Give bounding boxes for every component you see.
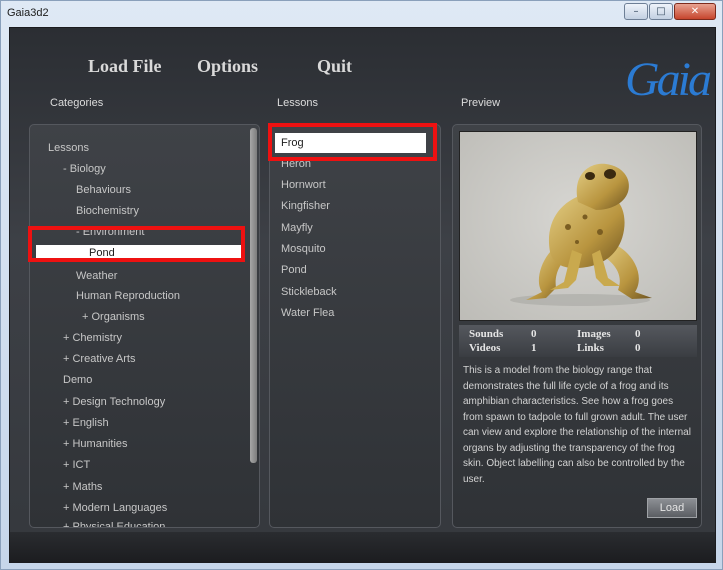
load-file-menu[interactable]: Load File (88, 56, 162, 77)
tree-item-demo[interactable]: Demo (63, 372, 92, 388)
lesson-item-stickleback[interactable]: Stickleback (281, 284, 337, 300)
tree-item-human-reproduction[interactable]: Human Reproduction (76, 288, 180, 304)
categories-panel: Lessons - Biology Behaviours Biochemistr… (29, 124, 260, 528)
preview-panel: Sounds 0 Images 0 Videos 1 Links 0 This … (452, 124, 702, 528)
tree-item-organisms[interactable]: + Organisms (82, 309, 145, 325)
tree-item-modern-languages[interactable]: + Modern Languages (63, 500, 167, 516)
videos-count: 1 (531, 342, 537, 354)
categories-heading: Categories (50, 97, 104, 109)
lesson-item-water-flea[interactable]: Water Flea (281, 305, 334, 321)
tree-item-biology[interactable]: - Biology (63, 161, 106, 177)
app-window: Gaia3d2 – □ ✕ Load File Options Quit Gai… (0, 0, 723, 570)
videos-label: Videos (469, 342, 501, 354)
footer-bar (10, 532, 715, 562)
tree-item-weather[interactable]: Weather (76, 268, 117, 284)
links-label: Links (577, 342, 604, 354)
window-title: Gaia3d2 (7, 7, 49, 19)
tree-item-design-technology[interactable]: + Design Technology (63, 394, 165, 410)
tree-item-creative-arts[interactable]: + Creative Arts (63, 351, 135, 367)
lessons-panel: Frog Heron Hornwort Kingfisher Mayfly Mo… (269, 124, 441, 528)
tree-item-ict[interactable]: + ICT (63, 457, 90, 473)
maximize-button[interactable]: □ (649, 3, 673, 20)
tree-item-maths[interactable]: + Maths (63, 479, 102, 495)
frog-model-preview[interactable] (459, 131, 697, 321)
close-button[interactable]: ✕ (674, 3, 716, 20)
main-menu: Load File Options Quit (10, 56, 610, 86)
app-client-area: Load File Options Quit Gaia Categories L… (9, 27, 716, 563)
lesson-item-pond[interactable]: Pond (281, 262, 307, 278)
sounds-label: Sounds (469, 328, 504, 340)
categories-scroll-thumb[interactable] (250, 128, 257, 463)
lesson-item-mayfly[interactable]: Mayfly (281, 220, 313, 236)
images-label: Images (577, 328, 611, 340)
gaia-logo: Gaia (625, 53, 712, 106)
categories-scrollbar[interactable] (250, 128, 257, 463)
window-controls: – □ ✕ (623, 3, 716, 20)
tree-item-chemistry[interactable]: + Chemistry (63, 330, 122, 346)
tree-item-lessons[interactable]: Lessons (48, 140, 89, 156)
lessons-heading: Lessons (277, 97, 318, 109)
options-menu[interactable]: Options (197, 56, 258, 77)
lesson-item-kingfisher[interactable]: Kingfisher (281, 198, 330, 214)
images-count: 0 (635, 328, 641, 340)
lesson-item-mosquito[interactable]: Mosquito (281, 241, 326, 257)
frog-illustration (510, 163, 652, 306)
load-button[interactable]: Load (647, 498, 697, 518)
tree-item-physical-education[interactable]: + Physical Education (63, 519, 165, 527)
tree-item-behaviours[interactable]: Behaviours (76, 182, 131, 198)
tree-item-english[interactable]: + English (63, 415, 109, 431)
links-count: 0 (635, 342, 641, 354)
preview-heading: Preview (461, 97, 501, 109)
lesson-description: This is a model from the biology range t… (463, 365, 691, 485)
title-bar: Gaia3d2 – □ ✕ (1, 1, 722, 25)
tree-item-biochemistry[interactable]: Biochemistry (76, 203, 139, 219)
lesson-item-hornwort[interactable]: Hornwort (281, 177, 326, 193)
asset-stats: Sounds 0 Images 0 Videos 1 Links 0 (459, 325, 697, 357)
highlight-frog-lesson (268, 123, 437, 161)
highlight-pond-category (28, 226, 245, 262)
tree-item-humanities[interactable]: + Humanities (63, 436, 128, 452)
minimize-button[interactable]: – (624, 3, 648, 20)
sounds-count: 0 (531, 328, 537, 340)
quit-menu[interactable]: Quit (317, 56, 352, 77)
